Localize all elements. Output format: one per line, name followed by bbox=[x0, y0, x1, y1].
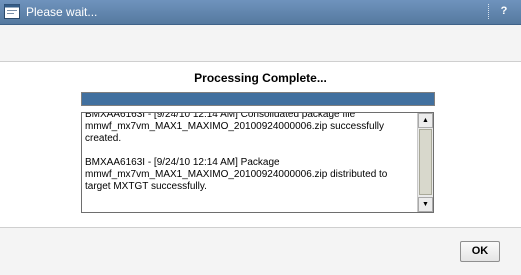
progress-fill bbox=[82, 93, 434, 105]
log-textarea[interactable]: BMXAA6163I - [9/24/10 12:14 AM] Consolid… bbox=[81, 112, 434, 213]
header-band bbox=[0, 25, 521, 62]
dialog-footer: OK bbox=[0, 227, 521, 275]
log-content: BMXAA6163I - [9/24/10 12:14 AM] Consolid… bbox=[85, 112, 415, 205]
dialog-title: Please wait... bbox=[26, 5, 98, 19]
please-wait-dialog: Please wait... ? Processing Complete... … bbox=[0, 0, 521, 275]
help-button[interactable]: ? bbox=[496, 3, 512, 19]
log-entry: BMXAA6163I - [9/24/10 12:14 AM] Package … bbox=[85, 157, 388, 192]
vertical-scrollbar[interactable]: ▲ ▼ bbox=[417, 113, 433, 212]
triangle-down-icon[interactable]: ▼ bbox=[418, 197, 433, 212]
progress-bar bbox=[81, 92, 435, 106]
triangle-up-icon[interactable]: ▲ bbox=[418, 113, 433, 128]
ok-button[interactable]: OK bbox=[460, 241, 500, 262]
scroll-thumb[interactable] bbox=[419, 129, 432, 195]
log-entry: BMXAA6163I - [9/24/10 12:14 AM] Consolid… bbox=[85, 112, 385, 144]
status-heading: Processing Complete... bbox=[194, 71, 327, 85]
title-bar: Please wait... ? bbox=[0, 0, 521, 25]
title-separator bbox=[488, 4, 490, 19]
window-icon bbox=[4, 4, 20, 19]
